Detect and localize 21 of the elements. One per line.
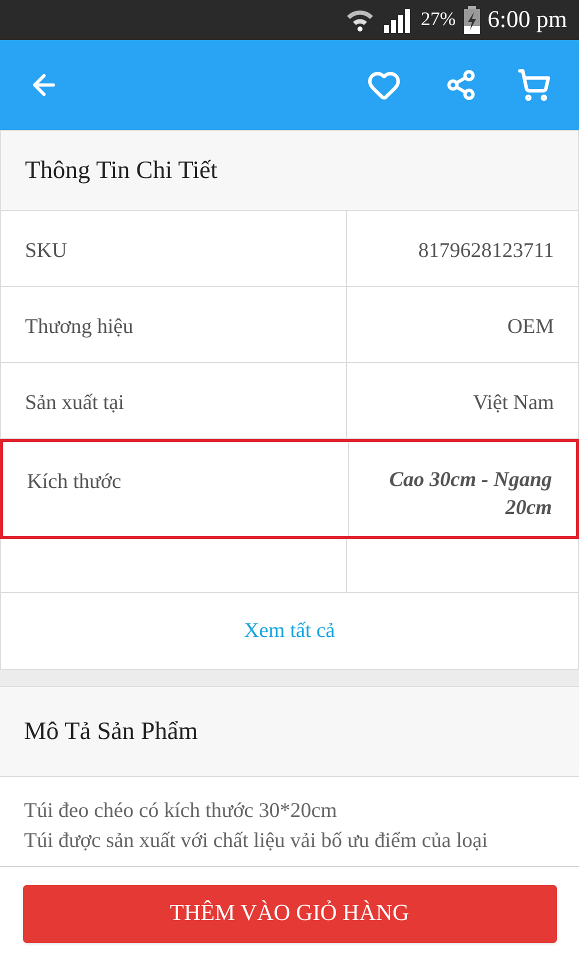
share-button[interactable] — [445, 69, 477, 101]
description-line: Túi được sản xuất với chất liệu vải bố ưu điểm của loại — [24, 827, 489, 854]
battery-charging-icon — [464, 6, 480, 34]
spec-value: Cao 30cm - Ngang 20cm — [389, 467, 552, 519]
section-title: Thông Tin Chi Tiết — [25, 156, 218, 186]
see-all-link[interactable]: Xem tất cả — [244, 615, 335, 647]
add-to-cart-button[interactable]: THÊM VÀO GIỎ HÀNG — [22, 884, 556, 942]
battery-percent: 27% — [420, 8, 456, 32]
description-line: Túi đeo chéo có kích thước 30*20cm — [24, 797, 338, 824]
clock: 6:00 pm — [488, 6, 567, 35]
spec-label: Sản xuất tại — [25, 390, 124, 414]
spec-label: Thương hiệu — [25, 314, 134, 338]
spec-label: SKU — [25, 238, 68, 262]
wifi-icon — [344, 8, 375, 32]
spec-value: 8179628123711 — [418, 238, 554, 262]
spec-value: Việt Nam — [473, 390, 554, 414]
section-title: Mô Tả Sản Phẩm — [24, 716, 198, 747]
signal-icon — [382, 7, 413, 33]
cart-button[interactable] — [517, 68, 551, 102]
spec-value: OEM — [507, 314, 554, 338]
spec-label: Kích thước — [27, 469, 122, 493]
